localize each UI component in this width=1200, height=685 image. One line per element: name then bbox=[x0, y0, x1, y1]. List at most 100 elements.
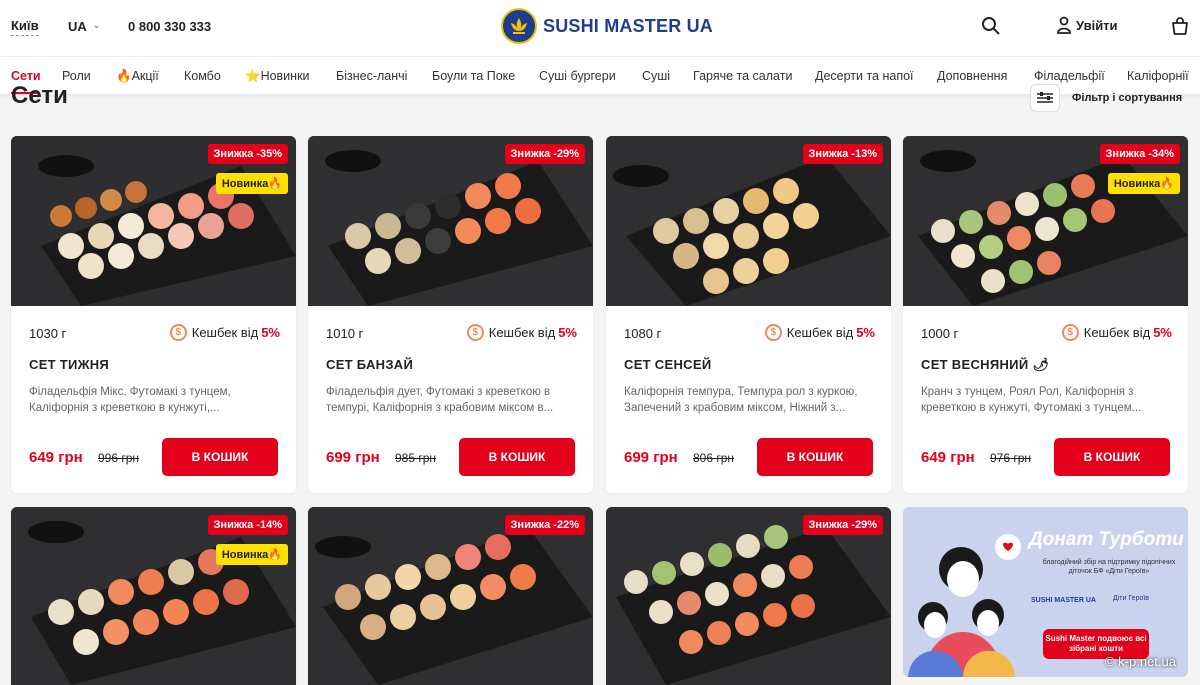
product-card[interactable]: Знижка -14% Новинка🔥 bbox=[11, 507, 296, 685]
product-price: 649 грн bbox=[29, 449, 83, 466]
nav-item-new[interactable]: ⭐Новинки bbox=[245, 69, 310, 84]
cashback-info: $ Кешбек від 5% bbox=[169, 324, 280, 341]
nav-item-promos[interactable]: 🔥Акції bbox=[116, 69, 159, 84]
cashback-info: $ Кешбек від 5% bbox=[1061, 324, 1172, 341]
nav-item-desserts[interactable]: Десерти та напої bbox=[815, 69, 914, 83]
product-description: Філадельфія дует, Футомакі з креветкою в… bbox=[326, 386, 554, 414]
watermark: © k-p.net.ua bbox=[1104, 654, 1176, 669]
nav-item-california[interactable]: Каліфорнії bbox=[1127, 69, 1189, 83]
product-old-price: 806 грн bbox=[693, 451, 735, 465]
product-description: Каліфорнія темпура, Темпура рол з куркою… bbox=[624, 386, 858, 414]
product-image[interactable]: Знижка -29% bbox=[606, 507, 891, 685]
language-selector[interactable]: UA ⌄ bbox=[68, 19, 100, 34]
cashback-info: $ Кешбек від 5% bbox=[764, 324, 875, 341]
brand-name: SUSHI MASTER UA bbox=[543, 15, 714, 36]
coin-icon: $ bbox=[1061, 324, 1079, 341]
header: Київ UA ⌄ 0 800 330 333 SUSHI MASTER UA У… bbox=[0, 0, 1200, 56]
login-label: Увійти bbox=[1076, 17, 1118, 33]
lotus-icon bbox=[501, 8, 537, 44]
nav-item-sushi[interactable]: Суші bbox=[642, 69, 670, 83]
nav-item-rolls[interactable]: Роли bbox=[62, 69, 91, 83]
product-name[interactable]: СЕТ ТИЖНЯ bbox=[29, 357, 109, 372]
promo-partner-logo: Діти Героїв bbox=[1113, 595, 1150, 602]
new-badge: Новинка🔥 bbox=[215, 544, 288, 565]
discount-badge: Знижка -13% bbox=[802, 144, 883, 164]
cart-icon[interactable] bbox=[1170, 16, 1190, 41]
product-card[interactable]: Знижка -13% 1080 г $ Кешбек від 5% СЕТ СЕН… bbox=[606, 136, 891, 493]
product-image[interactable]: Знижка -13% bbox=[606, 136, 891, 306]
nav-item-additions[interactable]: Доповнення bbox=[937, 69, 1007, 83]
filter-sort-button[interactable]: Фільтр і сортування bbox=[1030, 84, 1182, 112]
cashback-percent: 5% bbox=[856, 325, 875, 340]
filter-icon bbox=[1030, 84, 1060, 112]
product-image[interactable]: Знижка -34% Новинка🔥 bbox=[903, 136, 1188, 306]
filter-label: Фільтр і сортування bbox=[1072, 92, 1183, 104]
page-title: Сети bbox=[11, 82, 68, 108]
new-badge: Новинка🔥 bbox=[1107, 173, 1180, 194]
product-name[interactable]: СЕТ БАНЗАЙ bbox=[326, 357, 413, 372]
product-card[interactable]: Знижка -35% Новинка🔥 1030 г $ Кешбек від 5… bbox=[11, 136, 296, 493]
product-image[interactable]: Знижка -22% bbox=[308, 507, 593, 685]
nav-item-combo[interactable]: Комбо bbox=[184, 69, 221, 83]
product-weight: 1010 г bbox=[326, 326, 364, 341]
discount-badge: Знижка -34% bbox=[1099, 144, 1180, 164]
coin-icon: $ bbox=[169, 324, 187, 341]
discount-badge: Знижка -29% bbox=[802, 515, 883, 535]
product-card[interactable]: Знижка -22% bbox=[308, 507, 593, 685]
product-description: Кранч з тунцем, Роял Рол, Каліфорнія з к… bbox=[921, 386, 1142, 414]
nav-item-business-lunch[interactable]: Бізнес-ланчі bbox=[336, 69, 407, 83]
promo-title: Донат Турботи bbox=[1029, 529, 1184, 550]
nav-item-bowls[interactable]: Боули та Поке bbox=[432, 69, 515, 83]
product-image[interactable]: Знижка -29% bbox=[308, 136, 593, 306]
product-card[interactable]: Знижка -34% Новинка🔥 1000 г $ Кешбек від 5… bbox=[903, 136, 1188, 493]
product-description: Філадельфія Мікс, Футомакі з тунцем, Кал… bbox=[29, 386, 231, 414]
charity-promo-banner[interactable]: Донат Турботи благодійний збір на підтри… bbox=[903, 507, 1188, 677]
category-nav: Сети Роли 🔥Акції Комбо ⭐Новинки Бізнес-л… bbox=[0, 56, 1200, 94]
cashback-percent: 5% bbox=[558, 325, 577, 340]
product-old-price: 985 грн bbox=[395, 451, 437, 465]
product-old-price: 996 грн bbox=[98, 451, 140, 465]
brand-logo[interactable]: SUSHI MASTER UA bbox=[501, 8, 713, 44]
product-name[interactable]: СЕТ СЕНСЕЙ bbox=[624, 357, 711, 372]
nav-item-hot-salads[interactable]: Гаряче та салати bbox=[693, 69, 792, 83]
cashback-info: $ Кешбек від 5% bbox=[466, 324, 577, 341]
nav-item-sushi-burgers[interactable]: Суші бургери bbox=[539, 69, 616, 83]
product-price: 699 грн bbox=[326, 449, 380, 466]
cashback-label: Кешбек від bbox=[1083, 325, 1151, 340]
product-weight: 1000 г bbox=[921, 326, 959, 341]
product-weight: 1080 г bbox=[624, 326, 662, 341]
cashback-label: Кешбек від bbox=[786, 325, 854, 340]
login-button[interactable]: Увійти bbox=[1057, 16, 1118, 34]
promo-subtitle: благодійний збір на підтримку підопічних… bbox=[1042, 559, 1176, 575]
discount-badge: Знижка -35% bbox=[207, 144, 288, 164]
cashback-label: Кешбек від bbox=[191, 325, 259, 340]
add-to-cart-button[interactable]: В КОШИК bbox=[162, 438, 278, 476]
cashback-percent: 5% bbox=[261, 325, 280, 340]
add-to-cart-button[interactable]: В КОШИК bbox=[459, 438, 575, 476]
new-badge: Новинка🔥 bbox=[215, 173, 288, 194]
product-image[interactable]: Знижка -14% Новинка🔥 bbox=[11, 507, 296, 685]
language-label: UA bbox=[68, 19, 87, 34]
product-name[interactable]: СЕТ ВЕСНЯНИЙ 🌶 bbox=[921, 357, 1049, 373]
discount-badge: Знижка -29% bbox=[504, 144, 585, 164]
product-price: 699 грн bbox=[624, 449, 678, 466]
product-card[interactable]: Знижка -29% 1010 г $ Кешбек від 5% СЕТ БАН… bbox=[308, 136, 593, 493]
discount-badge: Знижка -14% bbox=[207, 515, 288, 535]
cashback-label: Кешбек від bbox=[488, 325, 556, 340]
product-card[interactable]: Знижка -29% bbox=[606, 507, 891, 685]
phone-number[interactable]: 0 800 330 333 bbox=[128, 19, 211, 34]
coin-icon: $ bbox=[764, 324, 782, 341]
promo-brand-logo: SUSHI MASTER UA bbox=[1031, 597, 1096, 604]
chevron-down-icon: ⌄ bbox=[92, 20, 101, 30]
search-icon[interactable] bbox=[981, 16, 1003, 38]
city-selector[interactable]: Київ bbox=[11, 18, 39, 36]
product-image[interactable]: Знижка -35% Новинка🔥 bbox=[11, 136, 296, 306]
coin-icon: $ bbox=[466, 324, 484, 341]
nav-item-philadelphia[interactable]: Філадельфії bbox=[1034, 69, 1105, 83]
nav-item-sets[interactable]: Сети bbox=[11, 69, 41, 83]
discount-badge: Знижка -22% bbox=[504, 515, 585, 535]
add-to-cart-button[interactable]: В КОШИК bbox=[1054, 438, 1170, 476]
product-old-price: 976 грн bbox=[990, 451, 1032, 465]
product-price: 649 грн bbox=[921, 449, 975, 466]
add-to-cart-button[interactable]: В КОШИК bbox=[757, 438, 873, 476]
